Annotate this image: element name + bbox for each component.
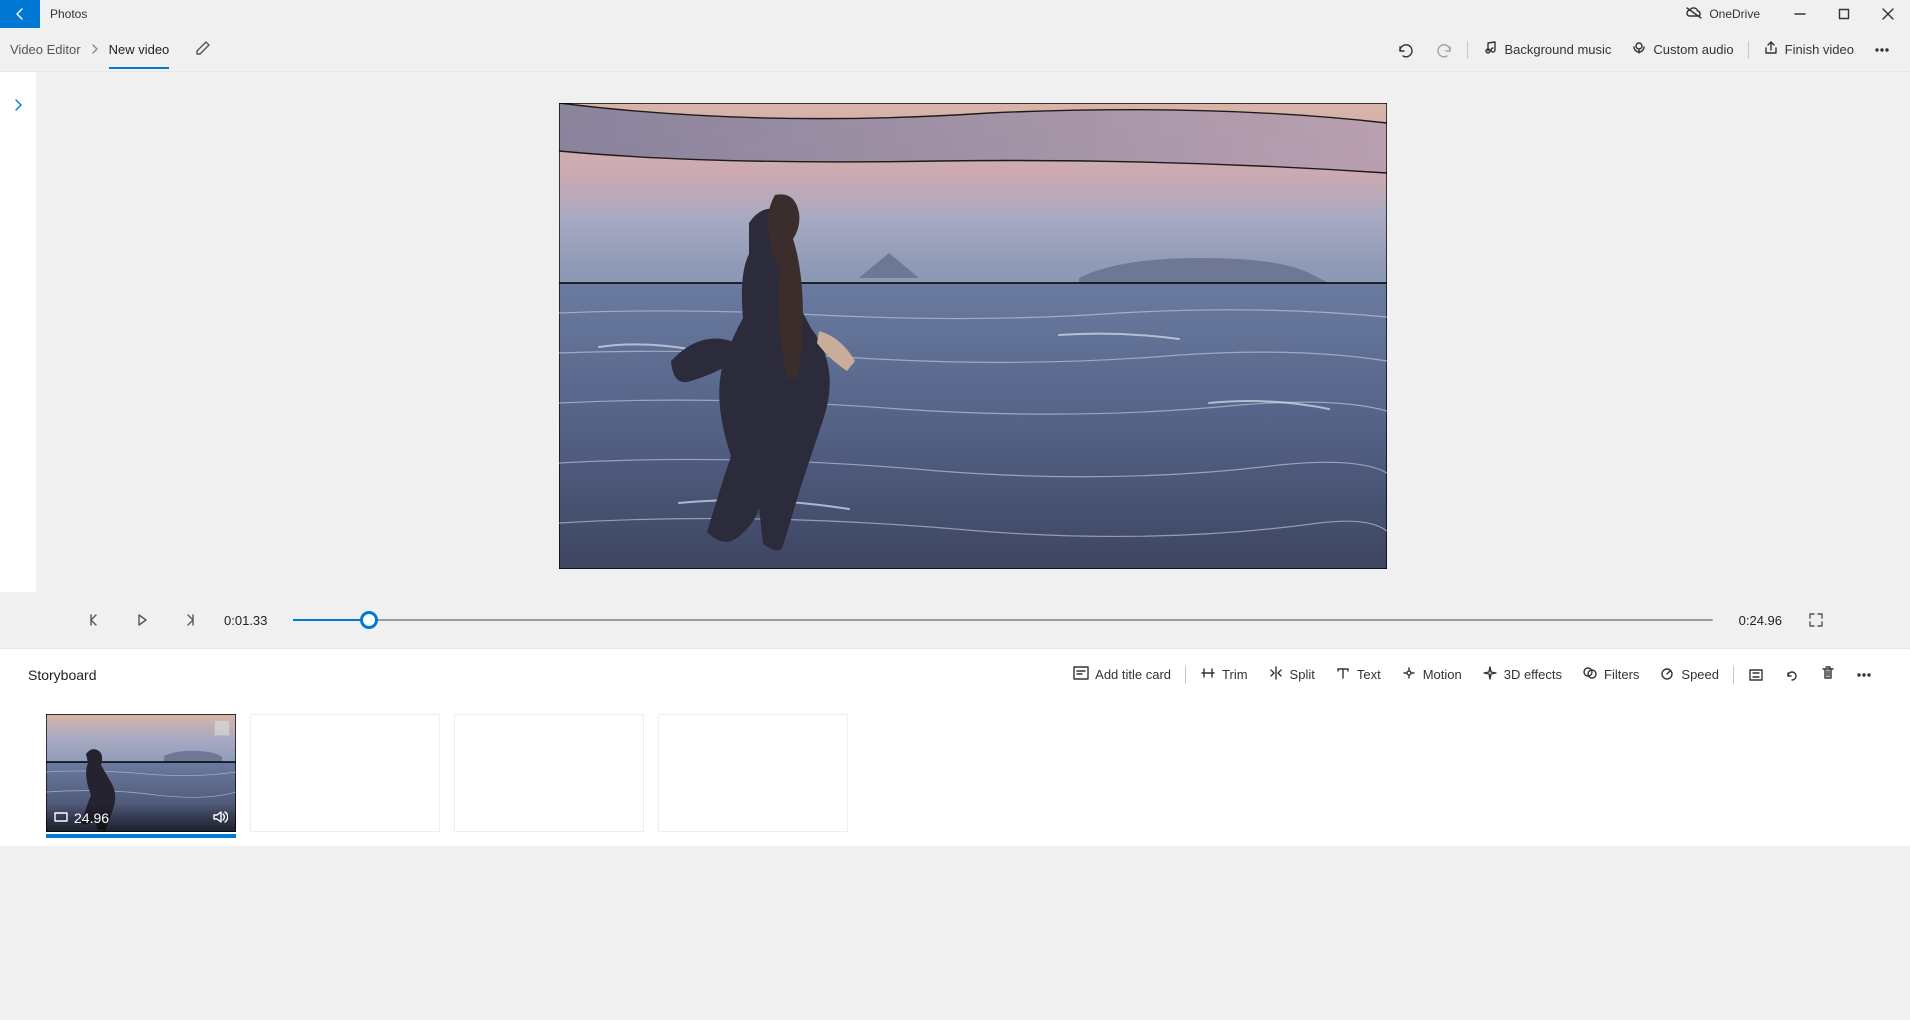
trash-icon xyxy=(1820,665,1836,684)
clip-overlay: 24.96 xyxy=(46,804,236,832)
storyboard-empty-slot[interactable] xyxy=(454,714,644,832)
undo-button[interactable] xyxy=(1387,28,1425,72)
breadcrumb-root[interactable]: Video Editor xyxy=(10,42,81,57)
filters-label: Filters xyxy=(1604,667,1639,682)
background-music-label: Background music xyxy=(1504,42,1611,57)
custom-audio-button[interactable]: Custom audio xyxy=(1621,28,1743,72)
divider xyxy=(1185,666,1186,684)
chevron-right-icon xyxy=(91,42,99,57)
motion-button[interactable]: Motion xyxy=(1391,649,1472,701)
finish-video-button[interactable]: Finish video xyxy=(1753,28,1864,72)
storyboard-strip: 24.96 xyxy=(0,700,1910,846)
add-title-card-button[interactable]: Add title card xyxy=(1063,649,1181,701)
cloud-off-icon xyxy=(1685,6,1703,23)
total-time: 0:24.96 xyxy=(1739,613,1782,628)
back-button[interactable] xyxy=(0,0,40,28)
main-area xyxy=(0,72,1910,592)
divider xyxy=(1467,41,1468,59)
finish-video-label: Finish video xyxy=(1785,42,1854,57)
redo-button[interactable] xyxy=(1425,28,1463,72)
project-library-toggle[interactable] xyxy=(0,72,36,592)
seek-thumb[interactable] xyxy=(360,611,378,629)
storyboard-header: Storyboard Add title card Trim Split Tex… xyxy=(0,648,1910,700)
duration-icon xyxy=(54,810,68,826)
text-button[interactable]: Text xyxy=(1325,649,1391,701)
trim-button[interactable]: Trim xyxy=(1190,649,1258,701)
preview-area xyxy=(36,72,1910,592)
split-label: Split xyxy=(1290,667,1315,682)
seek-fill xyxy=(293,619,368,621)
divider xyxy=(1733,666,1734,684)
background-music-button[interactable]: Background music xyxy=(1472,28,1621,72)
sparkle-icon xyxy=(1482,666,1498,683)
close-button[interactable] xyxy=(1866,0,1910,28)
motion-label: Motion xyxy=(1423,667,1462,682)
speed-label: Speed xyxy=(1681,667,1719,682)
current-time: 0:01.33 xyxy=(224,613,267,628)
seek-track xyxy=(293,619,1712,621)
delete-button[interactable] xyxy=(1810,649,1846,701)
text-icon xyxy=(1335,666,1351,683)
breadcrumb: Video Editor New video xyxy=(10,40,211,59)
pencil-icon[interactable] xyxy=(195,40,211,59)
motion-icon xyxy=(1401,666,1417,683)
clip-select-checkbox[interactable] xyxy=(214,720,230,736)
more-button[interactable] xyxy=(1864,28,1900,72)
frame-forward-button[interactable] xyxy=(176,606,204,634)
filters-button[interactable]: Filters xyxy=(1572,649,1649,701)
chevron-right-icon xyxy=(12,98,24,117)
rotate-button[interactable] xyxy=(1774,649,1810,701)
3d-effects-label: 3D effects xyxy=(1504,667,1562,682)
frame-back-button[interactable] xyxy=(80,606,108,634)
divider xyxy=(1748,41,1749,59)
play-button[interactable] xyxy=(128,606,156,634)
storyboard-clip[interactable]: 24.96 xyxy=(46,714,236,832)
filters-icon xyxy=(1582,666,1598,683)
music-icon xyxy=(1482,40,1498,59)
custom-audio-label: Custom audio xyxy=(1653,42,1733,57)
text-label: Text xyxy=(1357,667,1381,682)
split-icon xyxy=(1268,666,1284,683)
speed-button[interactable]: Speed xyxy=(1649,649,1729,701)
trim-label: Trim xyxy=(1222,667,1248,682)
commandbar: Video Editor New video Background music … xyxy=(0,28,1910,72)
volume-icon[interactable] xyxy=(212,810,228,827)
onedrive-label: OneDrive xyxy=(1709,7,1760,21)
seek-bar[interactable] xyxy=(293,618,1712,622)
export-icon xyxy=(1763,40,1779,59)
app-title: Photos xyxy=(40,7,87,21)
split-button[interactable]: Split xyxy=(1258,649,1325,701)
storyboard-title: Storyboard xyxy=(28,667,96,683)
storyboard-empty-slot[interactable] xyxy=(250,714,440,832)
video-preview[interactable] xyxy=(559,103,1387,569)
title-card-icon xyxy=(1073,666,1089,683)
titlebar: Photos OneDrive xyxy=(0,0,1910,28)
storyboard-empty-slot[interactable] xyxy=(658,714,848,832)
speed-icon xyxy=(1659,666,1675,683)
breadcrumb-current[interactable]: New video xyxy=(109,42,170,69)
3d-effects-button[interactable]: 3D effects xyxy=(1472,649,1572,701)
minimize-button[interactable] xyxy=(1778,0,1822,28)
maximize-button[interactable] xyxy=(1822,0,1866,28)
fullscreen-button[interactable] xyxy=(1802,606,1830,634)
player-controls: 0:01.33 0:24.96 xyxy=(0,592,1910,648)
trim-icon xyxy=(1200,666,1216,683)
add-title-card-label: Add title card xyxy=(1095,667,1171,682)
clip-duration: 24.96 xyxy=(74,810,109,826)
resize-button[interactable] xyxy=(1738,649,1774,701)
audio-icon xyxy=(1631,40,1647,59)
onedrive-status[interactable]: OneDrive xyxy=(1685,6,1760,23)
storyboard-more-button[interactable] xyxy=(1846,649,1882,701)
